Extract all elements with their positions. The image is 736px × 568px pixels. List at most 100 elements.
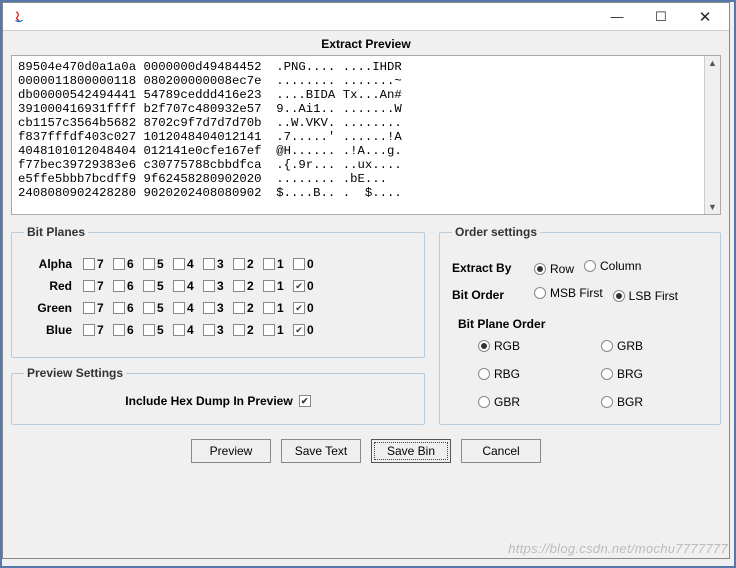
bit-checkbox-alpha-1[interactable] [263,258,275,270]
bitplane-row-green: Green76543210 [24,301,412,315]
titlebar: — ☐ ✕ [3,3,729,31]
bit-number-label: 6 [127,323,136,337]
bit-checkbox-blue-2[interactable] [233,324,245,336]
close-button[interactable]: ✕ [683,3,727,31]
bit-number-label: 7 [97,323,106,337]
button-bar: Preview Save Text Save Bin Cancel [11,439,721,463]
bit-checkbox-blue-5[interactable] [143,324,155,336]
bit-checkbox-green-3[interactable] [203,302,215,314]
bit-checkbox-blue-1[interactable] [263,324,275,336]
bitplane-row-red: Red76543210 [24,279,412,293]
bit-plane-order-radio-brg[interactable] [601,368,613,380]
bit-checkbox-red-7[interactable] [83,280,95,292]
bit-checkbox-alpha-0[interactable] [293,258,305,270]
bit-checkbox-green-2[interactable] [233,302,245,314]
preview-button[interactable]: Preview [191,439,271,463]
bit-checkbox-red-0[interactable] [293,280,305,292]
bit-number-label: 3 [217,279,226,293]
bit-checkbox-alpha-4[interactable] [173,258,185,270]
bit-checkbox-alpha-2[interactable] [233,258,245,270]
bit-plane-order-radio-gbr[interactable] [478,396,490,408]
scroll-up-icon[interactable]: ▲ [705,56,720,70]
scroll-down-icon[interactable]: ▼ [705,200,720,214]
cancel-button[interactable]: Cancel [461,439,541,463]
extract-by-radio-label: Column [600,259,641,273]
bitplane-channel-label: Blue [24,323,72,337]
bit-number-label: 2 [247,257,256,271]
bit-order-radio-label: MSB First [550,286,603,300]
bit-checkbox-green-5[interactable] [143,302,155,314]
bit-number-label: 4 [187,301,196,315]
bit-order-radio-label: LSB First [629,289,678,303]
bitplane-channel-label: Green [24,301,72,315]
bit-plane-order-radio-grb[interactable] [601,340,613,352]
minimize-button[interactable]: — [595,3,639,31]
bit-checkbox-blue-3[interactable] [203,324,215,336]
bit-checkbox-red-5[interactable] [143,280,155,292]
bit-order-radio-lsb-first[interactable] [613,290,625,302]
preview-text[interactable]: 89504e470d0a1a0a 0000000d49484452 .PNG..… [12,56,704,214]
bit-number-label: 1 [277,323,286,337]
bit-plane-order-radio-bgr[interactable] [601,396,613,408]
bit-checkbox-alpha-6[interactable] [113,258,125,270]
bit-number-label: 0 [307,301,316,315]
content-area: Extract Preview 89504e470d0a1a0a 0000000… [3,31,729,558]
bit-checkbox-alpha-7[interactable] [83,258,95,270]
bit-planes-group: Bit Planes Alpha76543210Red76543210Green… [11,225,425,358]
bit-checkbox-blue-6[interactable] [113,324,125,336]
bit-number-label: 1 [277,279,286,293]
bit-number-label: 5 [157,279,166,293]
bit-checkbox-red-3[interactable] [203,280,215,292]
save-bin-button[interactable]: Save Bin [371,439,451,463]
bit-order-radio-msb-first[interactable] [534,287,546,299]
maximize-button[interactable]: ☐ [639,3,683,31]
bit-checkbox-alpha-3[interactable] [203,258,215,270]
bit-checkbox-green-4[interactable] [173,302,185,314]
bit-number-label: 0 [307,257,316,271]
bit-checkbox-red-1[interactable] [263,280,275,292]
bit-checkbox-alpha-5[interactable] [143,258,155,270]
include-hex-label: Include Hex Dump In Preview [125,394,292,408]
bit-number-label: 7 [97,279,106,293]
preview-title: Extract Preview [11,35,721,55]
bit-number-label: 1 [277,257,286,271]
bit-checkbox-green-6[interactable] [113,302,125,314]
bitplane-row-alpha: Alpha76543210 [24,257,412,271]
include-hex-checkbox[interactable] [299,395,311,407]
bit-number-label: 0 [307,323,316,337]
bit-plane-order-label: BGR [617,395,643,409]
bit-number-label: 6 [127,301,136,315]
bit-checkbox-red-6[interactable] [113,280,125,292]
bit-plane-order-label: RGB [494,339,520,353]
bit-number-label: 5 [157,301,166,315]
bit-plane-order-radio-rgb[interactable] [478,340,490,352]
bit-checkbox-green-7[interactable] [83,302,95,314]
bit-plane-order-label: BRG [617,367,643,381]
bit-checkbox-red-4[interactable] [173,280,185,292]
extract-by-radio-label: Row [550,262,574,276]
bit-order-row: Bit Order MSB FirstLSB First [452,286,708,303]
extract-by-radio-row[interactable] [534,263,546,275]
bit-planes-legend: Bit Planes [24,225,88,239]
bit-number-label: 3 [217,323,226,337]
extract-by-radio-column[interactable] [584,260,596,272]
bit-checkbox-red-2[interactable] [233,280,245,292]
bit-checkbox-blue-4[interactable] [173,324,185,336]
bit-checkbox-green-1[interactable] [263,302,275,314]
bit-plane-order-label: GBR [494,395,520,409]
bit-plane-order-label: GRB [617,339,643,353]
preview-scrollbar[interactable]: ▲ ▼ [704,56,720,214]
bit-checkbox-blue-0[interactable] [293,324,305,336]
extract-by-label: Extract By [452,261,524,275]
bit-plane-order-radio-rbg[interactable] [478,368,490,380]
bit-plane-order-label: Bit Plane Order [458,317,708,331]
bit-number-label: 2 [247,323,256,337]
extract-by-row: Extract By Row Column [452,259,708,276]
save-text-button[interactable]: Save Text [281,439,361,463]
bit-checkbox-blue-7[interactable] [83,324,95,336]
bit-number-label: 3 [217,257,226,271]
preview-pane: 89504e470d0a1a0a 0000000d49484452 .PNG..… [11,55,721,215]
scroll-track[interactable] [705,70,720,200]
bit-checkbox-green-0[interactable] [293,302,305,314]
order-settings-group: Order settings Extract By RowColumn Bit … [439,225,721,425]
